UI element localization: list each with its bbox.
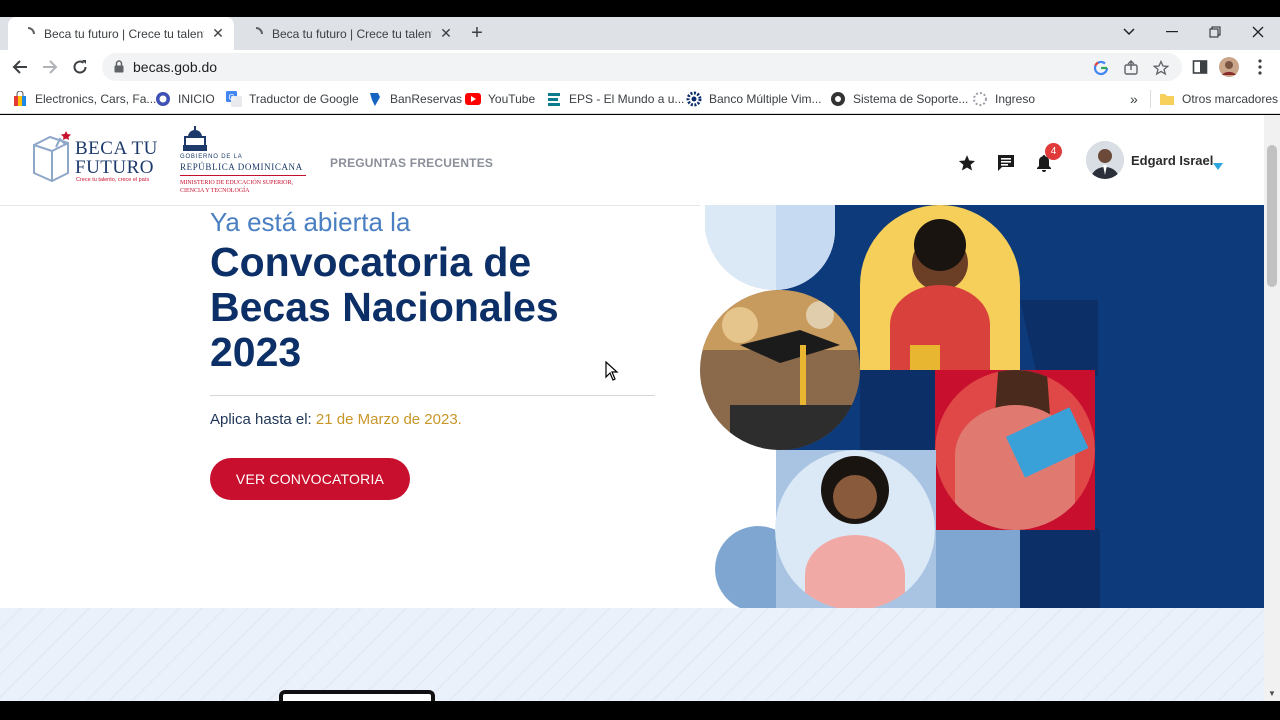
logo-line-2: FUTURO (75, 157, 155, 178)
logo-tagline: Crece tu talento, crece el país (76, 177, 150, 183)
page-scrollbar[interactable]: ▼ (1264, 115, 1280, 701)
restore-icon[interactable] (1193, 17, 1237, 47)
tab-strip: Beca tu futuro | Crece tu talento, ✕ Bec… (0, 17, 1280, 50)
bookmark-item[interactable]: BanReservas (367, 90, 462, 108)
more-bookmarks-button[interactable]: » (1130, 90, 1138, 108)
hero-divider (210, 395, 655, 396)
loading-favicon-icon (248, 26, 264, 42)
mouse-cursor-icon (605, 361, 619, 381)
more-bookmarks-label: » (1130, 91, 1138, 107)
bookmark-label: Electronics, Cars, Fa... (35, 92, 157, 106)
screen-border-bottom (0, 701, 1280, 720)
bookmark-star-icon[interactable] (1152, 59, 1170, 77)
forward-icon[interactable] (38, 55, 62, 79)
share-icon[interactable] (1122, 59, 1140, 77)
bookmark-item[interactable]: EPS - El Mundo a u... (546, 90, 684, 108)
messages-icon[interactable] (996, 153, 1016, 173)
beca-tu-futuro-logo[interactable]: BECA TU FUTURO Crece tu talento, crece e… (30, 129, 160, 189)
bookmark-label: Traductor de Google (249, 92, 359, 106)
translate-icon: G (226, 91, 242, 107)
reload-icon[interactable] (68, 55, 92, 79)
tab-active[interactable]: Beca tu futuro | Crece tu talento, ✕ (8, 17, 234, 50)
gear-icon (686, 91, 702, 107)
bookmark-item[interactable]: Ingreso (972, 90, 1035, 108)
shopping-bag-icon (12, 91, 28, 107)
other-bookmarks-folder[interactable]: Otros marcadores (1150, 90, 1278, 108)
gov-line-1: GOBIERNO DE LA (180, 154, 243, 160)
hero-collage-image (700, 205, 1264, 608)
deadline-text: Aplica hasta el: 21 de Marzo de 2023. (210, 411, 462, 428)
back-icon[interactable] (8, 55, 32, 79)
lock-icon[interactable] (114, 60, 124, 78)
web-page: BECA TU FUTURO Crece tu talento, crece e… (0, 115, 1264, 701)
tab-search-icon[interactable] (1107, 17, 1151, 47)
deadline-date: 21 de Marzo de 2023. (315, 411, 462, 428)
eps-icon (546, 91, 562, 107)
deadline-label: Aplica hasta el: (210, 411, 312, 428)
folder-icon (1159, 91, 1175, 107)
user-name[interactable]: Edgard Israel (1131, 153, 1213, 168)
address-bar[interactable]: becas.gob.do (102, 53, 1182, 81)
tab-title: Beca tu futuro | Crece tu talento, (272, 26, 432, 41)
browser-toolbar: becas.gob.do (0, 50, 1280, 84)
close-window-icon[interactable] (1236, 17, 1280, 47)
government-logo[interactable]: GOBIERNO DE LA REPÚBLICA DOMINICANA MINI… (178, 125, 313, 197)
gov-line-4: CIENCIA Y TECNOLOGÍA (180, 188, 250, 194)
browser-menu-icon[interactable] (1250, 57, 1270, 77)
gov-line-3: MINISTERIO DE EDUCACIÓN SUPERIOR, (180, 180, 294, 186)
minimize-icon[interactable] (1150, 17, 1194, 47)
scrollbar-thumb[interactable] (1267, 145, 1277, 287)
new-tab-icon[interactable]: + (466, 22, 488, 44)
bookmark-label: INICIO (178, 92, 215, 106)
support-icon (830, 91, 846, 107)
side-panel-icon[interactable] (1190, 57, 1210, 77)
gov-line-2: REPÚBLICA DOMINICANA (180, 162, 303, 172)
close-tab-icon[interactable]: ✕ (210, 25, 226, 42)
bookmark-label: Sistema de Soporte... (853, 92, 969, 106)
hero-kicker: Ya está abierta la (210, 207, 411, 237)
bookmark-item[interactable]: YouTube (465, 90, 535, 108)
device-illustration (279, 690, 435, 701)
bookmarks-bar: Electronics, Cars, Fa... INICIO G Traduc… (0, 84, 1280, 114)
bookmark-item[interactable]: Banco Múltiple Vim... (686, 90, 822, 108)
google-lens-icon[interactable] (1092, 59, 1110, 77)
bookmark-label: EPS - El Mundo a u... (569, 92, 685, 106)
ver-convocatoria-button[interactable]: VER CONVOCATORIA (210, 458, 410, 500)
youtube-icon (465, 91, 481, 107)
bookmark-item[interactable]: G Traductor de Google (226, 90, 359, 108)
loading-favicon-icon (20, 26, 36, 42)
bookmark-item[interactable]: Sistema de Soporte... (830, 90, 968, 108)
url-text: becas.gob.do (133, 59, 218, 75)
user-menu-caret-icon[interactable] (1213, 157, 1223, 175)
svg-text:G: G (229, 93, 235, 102)
hero-title: Convocatoria de Becas Nacionales 2023 (210, 239, 559, 375)
scroll-down-arrow-icon[interactable]: ▼ (1268, 689, 1276, 698)
shield-icon (155, 91, 171, 107)
bookmark-label: Ingreso (995, 92, 1036, 106)
bookmark-label: BanReservas (390, 92, 463, 106)
gov-divider (180, 175, 306, 176)
user-avatar[interactable] (1086, 141, 1124, 179)
site-header: BECA TU FUTURO Crece tu talento, crece e… (0, 115, 1264, 206)
loading-icon (972, 91, 988, 107)
bookmark-item[interactable]: INICIO (155, 90, 215, 108)
bookmark-label: YouTube (488, 92, 536, 106)
tab-inactive[interactable]: Beca tu futuro | Crece tu talento, ✕ (236, 17, 458, 50)
bank-icon (367, 91, 383, 107)
tab-title: Beca tu futuro | Crece tu talento, (44, 26, 204, 41)
notification-count-badge: 4 (1045, 143, 1062, 160)
profile-avatar-icon[interactable] (1219, 57, 1239, 77)
faq-nav-link[interactable]: PREGUNTAS FRECUENTES (330, 156, 493, 170)
decorative-band (0, 608, 1264, 701)
favorites-star-icon[interactable] (957, 153, 977, 173)
close-tab-icon[interactable]: ✕ (438, 25, 454, 42)
bookmark-item[interactable]: Electronics, Cars, Fa... (12, 90, 156, 108)
other-bookmarks-label: Otros marcadores (1182, 92, 1279, 106)
screen-border-top (0, 0, 1280, 17)
bookmark-label: Banco Múltiple Vim... (709, 92, 822, 106)
